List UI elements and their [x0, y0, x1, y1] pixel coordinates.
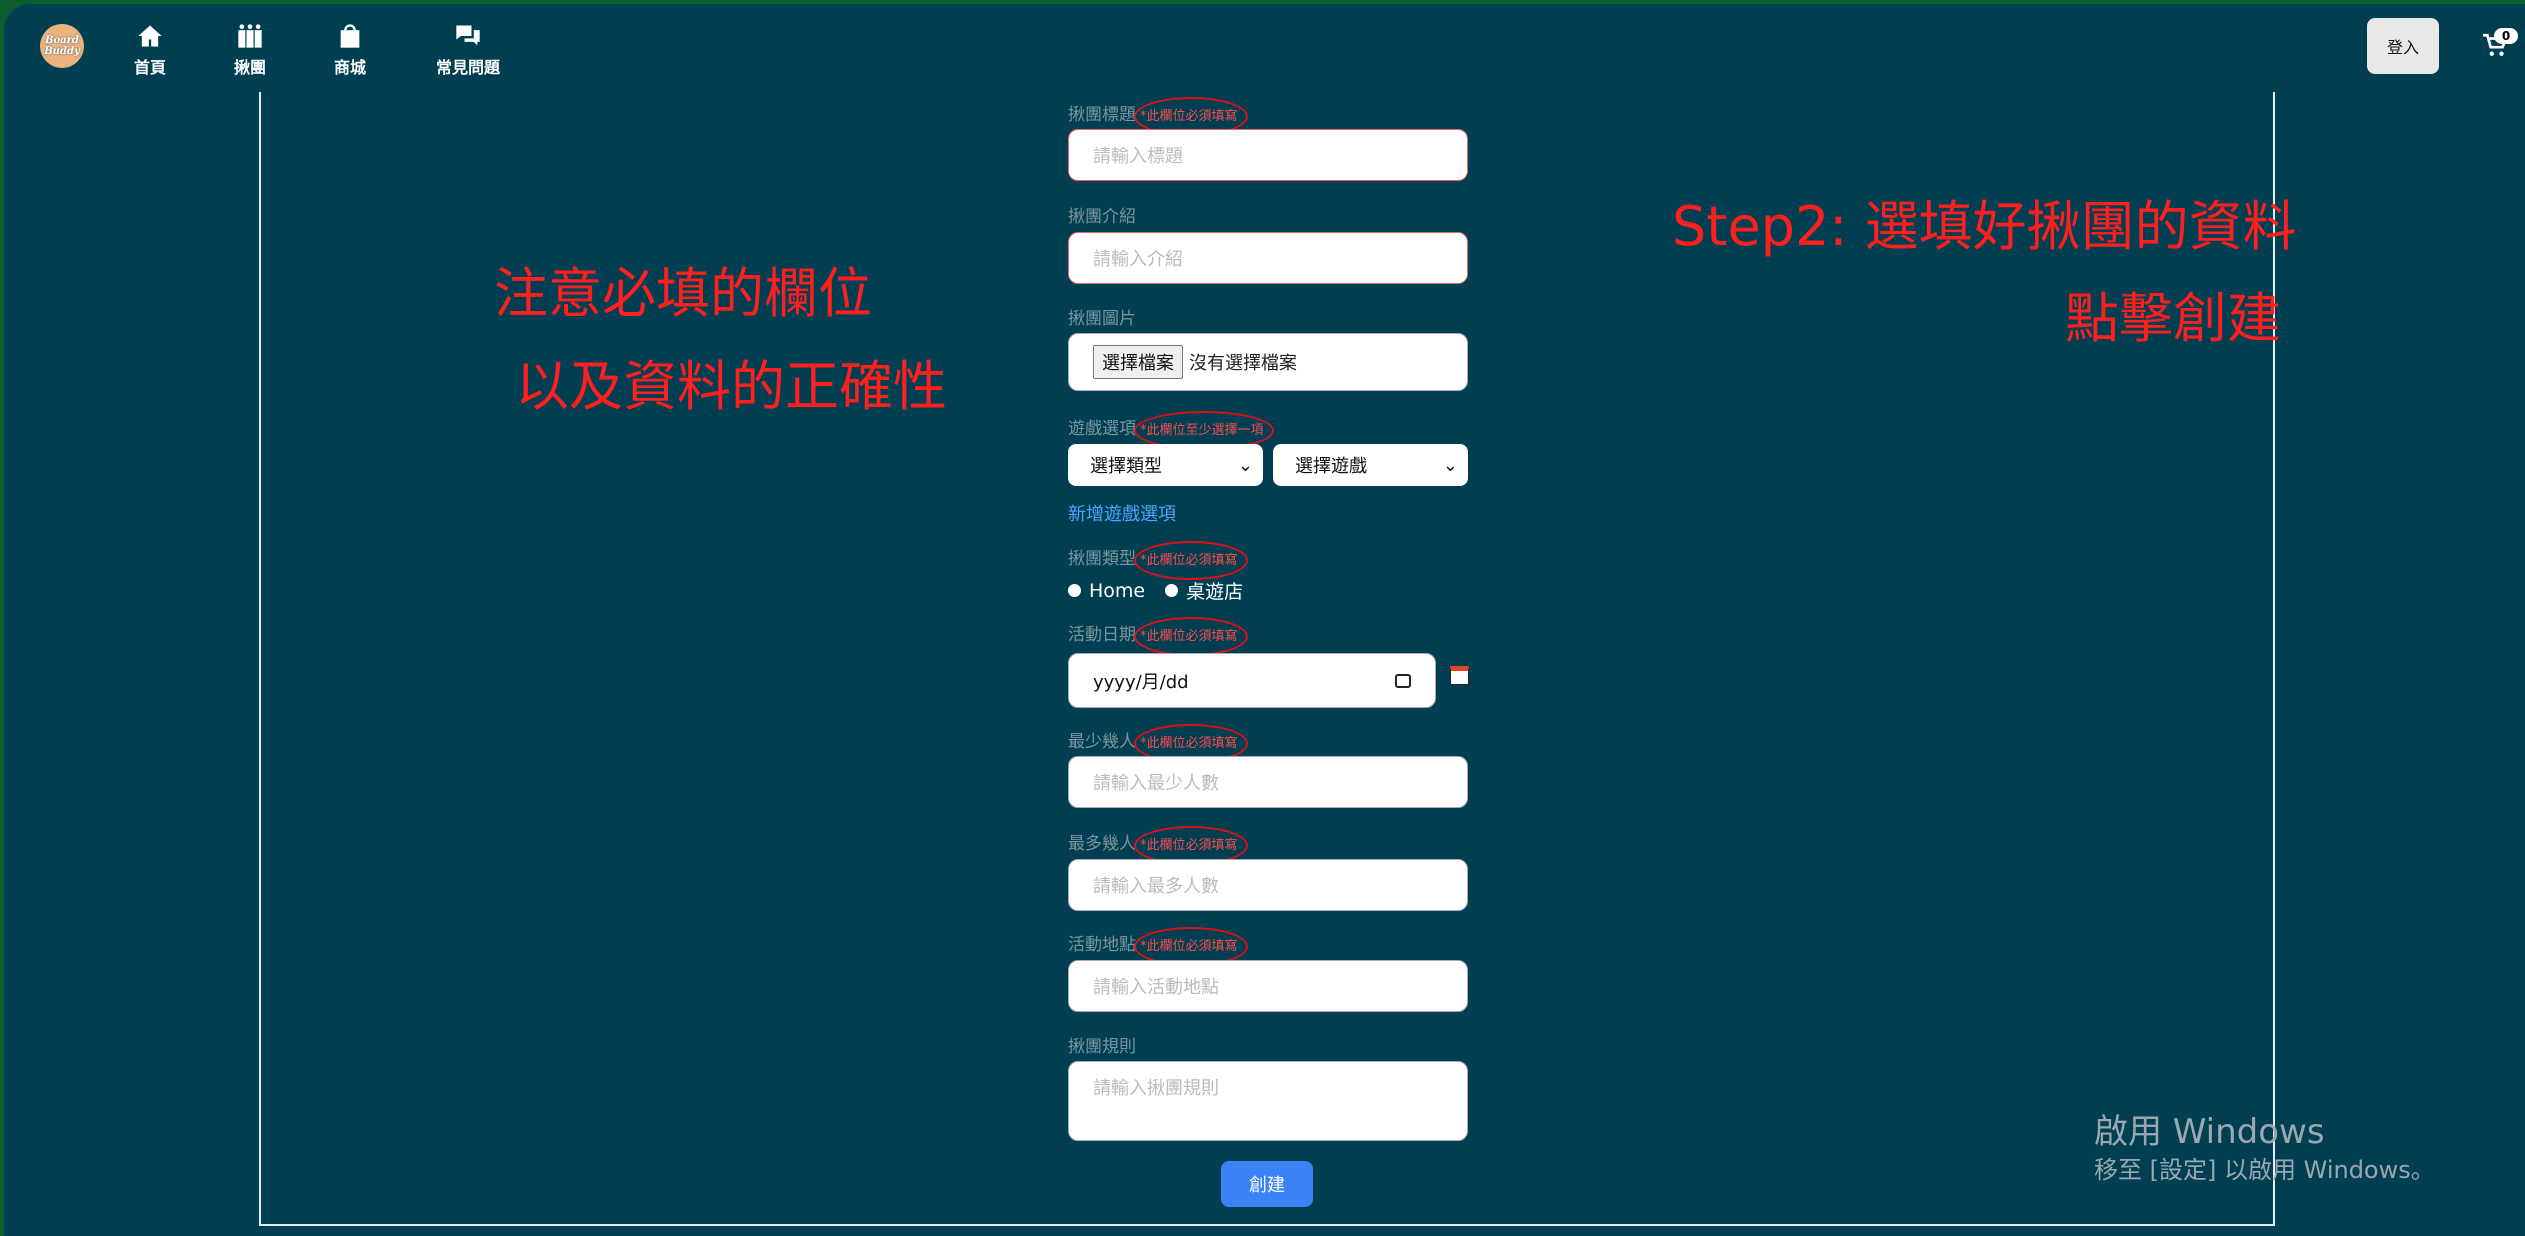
calendar-picker-icon[interactable] — [1450, 666, 1469, 685]
radio-store[interactable] — [1165, 584, 1179, 597]
title-label: 揪團標題 *此欄位必須填寫 — [1068, 105, 1238, 125]
intro-input[interactable]: 請輸入介紹 — [1068, 232, 1468, 284]
place-input[interactable]: 請輸入活動地點 — [1068, 960, 1468, 1012]
kind-label: 揪團類型 *此欄位必須填寫 — [1068, 549, 1238, 569]
required-note: *此欄位至少選擇一項 — [1140, 423, 1264, 438]
game-type-select[interactable]: 選擇類型 ⌄ — [1068, 444, 1263, 486]
home-icon — [138, 25, 162, 47]
login-button[interactable]: 登入 — [2367, 18, 2439, 74]
nav-label: 揪團 — [234, 58, 267, 77]
cart-count-badge: 0 — [2494, 28, 2518, 44]
file-status: 沒有選擇檔案 — [1189, 353, 1297, 374]
nav-shop[interactable]: 商城 — [334, 22, 366, 78]
nav-home[interactable]: 首頁 — [134, 22, 166, 78]
chat-icon — [456, 25, 480, 46]
nav-label: 商城 — [334, 58, 367, 77]
image-label: 揪團圖片 — [1068, 309, 1136, 329]
add-game-option-link[interactable]: 新增遊戲選項 — [1068, 500, 1176, 526]
windows-watermark-sub: 移至 [設定] 以啟用 Windows。 — [2094, 1156, 2435, 1184]
annotation-click-create: 點擊創建 — [2065, 287, 2281, 350]
game-select[interactable]: 選擇遊戲 ⌄ — [1273, 444, 1468, 486]
max-label: 最多幾人 *此欄位必須填寫 — [1068, 834, 1238, 854]
windows-watermark-title: 啟用 Windows — [2094, 1112, 2325, 1152]
group-icon — [238, 24, 262, 48]
min-label: 最少幾人 *此欄位必須填寫 — [1068, 732, 1238, 752]
page: Board Buddy 首頁 揪團 商城 常見問題 登入 0 揪團標題 *此欄位必須… — [4, 4, 2525, 1236]
title-input[interactable]: 請輸入標題 — [1068, 129, 1468, 181]
intro-label: 揪團介紹 — [1068, 207, 1136, 227]
chevron-down-icon: ⌄ — [1442, 454, 1458, 476]
chevron-down-icon: ⌄ — [1237, 454, 1253, 476]
required-note: *此欄位必須填寫 — [1140, 736, 1238, 751]
required-note: *此欄位必須填寫 — [1140, 939, 1238, 954]
games-label: 遊戲選項 *此欄位至少選擇一項 — [1068, 419, 1264, 439]
place-label: 活動地點 *此欄位必須填寫 — [1068, 935, 1238, 955]
required-note: *此欄位必須填寫 — [1140, 629, 1238, 644]
create-button[interactable]: 創建 — [1221, 1161, 1313, 1207]
calendar-icon[interactable] — [1395, 673, 1411, 688]
annotation-correctness: 以及資料的正確性 — [515, 355, 947, 418]
kind-radio-group: Home 桌遊店 — [1068, 577, 1243, 604]
annotation-step2: Step2: 選填好揪團的資料 — [1672, 195, 2297, 258]
date-label: 活動日期 *此欄位必須填寫 — [1068, 625, 1238, 645]
rules-textarea[interactable]: 請輸入揪團規則 — [1068, 1061, 1468, 1141]
nav-label: 常見問題 — [436, 58, 501, 77]
nav-groups[interactable]: 揪團 — [234, 22, 266, 78]
radio-home[interactable] — [1068, 584, 1081, 597]
max-people-input[interactable]: 請輸入最多人數 — [1068, 859, 1468, 911]
nav-label: 首頁 — [134, 58, 167, 77]
required-note: *此欄位必須填寫 — [1140, 838, 1238, 853]
date-input[interactable]: yyyy/月/dd — [1068, 653, 1436, 708]
choose-file-button[interactable]: 選擇檔案 — [1093, 345, 1183, 379]
shopping-bag-icon — [340, 24, 360, 48]
image-file-input[interactable]: 選擇檔案 沒有選擇檔案 — [1068, 333, 1468, 391]
required-note: *此欄位必須填寫 — [1140, 553, 1238, 568]
nav-faq[interactable]: 常見問題 — [436, 22, 500, 78]
required-note: *此欄位必須填寫 — [1140, 109, 1238, 124]
min-people-input[interactable]: 請輸入最少人數 — [1068, 756, 1468, 808]
annotation-required: 注意必填的欄位 — [494, 262, 872, 325]
logo[interactable]: Board Buddy — [40, 24, 84, 68]
navbar: Board Buddy 首頁 揪團 商城 常見問題 登入 0 — [4, 4, 2525, 92]
rules-label: 揪團規則 — [1068, 1037, 1136, 1057]
